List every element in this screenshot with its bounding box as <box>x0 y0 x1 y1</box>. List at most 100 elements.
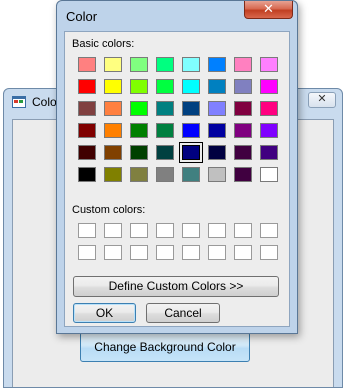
basic-color-swatch[interactable] <box>234 123 252 138</box>
basic-color-cell[interactable] <box>179 120 205 142</box>
basic-color-swatch[interactable] <box>104 57 122 72</box>
custom-color-swatch[interactable] <box>104 223 122 238</box>
custom-color-swatch[interactable] <box>234 223 252 238</box>
custom-color-cell[interactable] <box>179 220 205 242</box>
basic-color-swatch[interactable] <box>156 167 174 182</box>
basic-color-cell[interactable] <box>179 142 205 164</box>
basic-color-swatch[interactable] <box>260 57 278 72</box>
basic-color-swatch[interactable] <box>78 79 96 94</box>
basic-color-cell[interactable] <box>75 98 101 120</box>
basic-color-cell[interactable] <box>205 76 231 98</box>
basic-color-swatch[interactable] <box>130 123 148 138</box>
custom-color-cell[interactable] <box>205 220 231 242</box>
basic-color-cell[interactable] <box>101 76 127 98</box>
basic-color-swatch[interactable] <box>104 145 122 160</box>
basic-color-cell[interactable] <box>205 120 231 142</box>
custom-color-cell[interactable] <box>75 242 101 264</box>
basic-color-cell[interactable] <box>153 142 179 164</box>
basic-color-swatch[interactable] <box>182 57 200 72</box>
basic-color-cell[interactable] <box>75 76 101 98</box>
basic-color-cell[interactable] <box>231 98 257 120</box>
custom-color-cell[interactable] <box>101 242 127 264</box>
custom-color-cell[interactable] <box>127 220 153 242</box>
basic-color-cell[interactable] <box>205 54 231 76</box>
basic-color-cell[interactable] <box>205 164 231 186</box>
basic-color-swatch[interactable] <box>104 79 122 94</box>
basic-color-cell[interactable] <box>231 120 257 142</box>
custom-color-swatch[interactable] <box>78 223 96 238</box>
basic-color-cell[interactable] <box>75 120 101 142</box>
basic-color-cell[interactable] <box>257 98 283 120</box>
custom-color-swatch[interactable] <box>208 245 226 260</box>
basic-color-swatch[interactable] <box>208 145 226 160</box>
basic-color-cell[interactable] <box>179 164 205 186</box>
custom-color-swatch[interactable] <box>104 245 122 260</box>
basic-color-swatch[interactable] <box>182 123 200 138</box>
basic-color-cell[interactable] <box>127 98 153 120</box>
basic-color-cell[interactable] <box>257 120 283 142</box>
basic-color-swatch[interactable] <box>208 123 226 138</box>
basic-color-swatch[interactable] <box>156 57 174 72</box>
basic-color-swatch[interactable] <box>78 123 96 138</box>
basic-color-swatch[interactable] <box>104 167 122 182</box>
basic-color-swatch[interactable] <box>78 57 96 72</box>
custom-color-swatch[interactable] <box>130 223 148 238</box>
basic-color-swatch[interactable] <box>208 57 226 72</box>
custom-color-swatch[interactable] <box>182 245 200 260</box>
basic-color-cell[interactable] <box>101 98 127 120</box>
custom-color-cell[interactable] <box>127 242 153 264</box>
custom-color-swatch[interactable] <box>260 223 278 238</box>
basic-color-cell[interactable] <box>257 76 283 98</box>
basic-color-swatch[interactable] <box>156 145 174 160</box>
ok-button[interactable]: OK <box>73 303 136 323</box>
basic-color-swatch[interactable] <box>260 101 278 116</box>
basic-color-cell[interactable] <box>101 120 127 142</box>
define-custom-colors-button[interactable]: Define Custom Colors >> <box>73 276 279 297</box>
basic-color-cell[interactable] <box>179 54 205 76</box>
basic-color-swatch[interactable] <box>130 167 148 182</box>
basic-color-cell[interactable] <box>179 98 205 120</box>
basic-color-cell[interactable] <box>153 54 179 76</box>
change-background-color-button[interactable]: Change Background Color <box>80 332 250 362</box>
basic-color-cell[interactable] <box>231 54 257 76</box>
basic-color-cell[interactable] <box>75 54 101 76</box>
custom-color-swatch[interactable] <box>208 223 226 238</box>
basic-color-swatch[interactable] <box>156 123 174 138</box>
basic-color-swatch[interactable] <box>234 101 252 116</box>
basic-color-swatch[interactable] <box>182 79 200 94</box>
basic-color-swatch[interactable] <box>104 101 122 116</box>
basic-color-swatch[interactable] <box>234 145 252 160</box>
basic-color-cell[interactable] <box>153 120 179 142</box>
basic-color-swatch[interactable] <box>234 167 252 182</box>
basic-color-swatch[interactable] <box>78 145 96 160</box>
parent-close-button[interactable]: ✕ <box>308 92 336 108</box>
basic-color-swatch[interactable] <box>130 101 148 116</box>
custom-color-cell[interactable] <box>153 242 179 264</box>
custom-color-swatch[interactable] <box>182 223 200 238</box>
basic-color-swatch[interactable] <box>234 79 252 94</box>
basic-color-cell[interactable] <box>257 54 283 76</box>
basic-color-cell[interactable] <box>231 76 257 98</box>
basic-color-swatch[interactable] <box>260 145 278 160</box>
color-dialog-titlebar[interactable]: Color ✕ <box>57 1 297 29</box>
custom-color-cell[interactable] <box>75 220 101 242</box>
basic-color-swatch[interactable] <box>130 57 148 72</box>
basic-color-swatch[interactable] <box>208 101 226 116</box>
basic-color-cell[interactable] <box>153 76 179 98</box>
basic-color-swatch[interactable] <box>260 79 278 94</box>
custom-color-cell[interactable] <box>231 242 257 264</box>
basic-color-swatch[interactable] <box>156 101 174 116</box>
basic-color-cell[interactable] <box>75 142 101 164</box>
custom-color-cell[interactable] <box>205 242 231 264</box>
basic-color-cell[interactable] <box>231 164 257 186</box>
basic-color-swatch[interactable] <box>130 79 148 94</box>
basic-color-cell[interactable] <box>179 76 205 98</box>
basic-color-swatch[interactable] <box>260 167 278 182</box>
basic-color-cell[interactable] <box>127 54 153 76</box>
basic-color-cell[interactable] <box>127 76 153 98</box>
custom-color-cell[interactable] <box>257 242 283 264</box>
cancel-button[interactable]: Cancel <box>146 303 220 323</box>
basic-color-swatch[interactable] <box>260 123 278 138</box>
basic-color-cell[interactable] <box>127 120 153 142</box>
basic-color-cell[interactable] <box>101 142 127 164</box>
